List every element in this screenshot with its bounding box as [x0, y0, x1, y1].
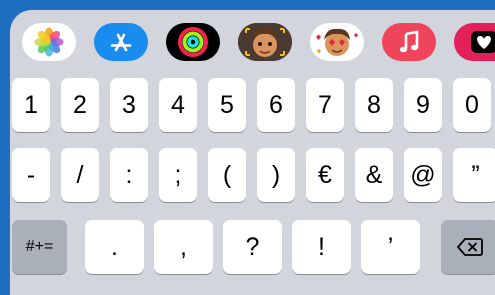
activity-rings-icon — [178, 27, 208, 57]
key-hyphen[interactable]: - — [12, 148, 50, 202]
key-ampersand[interactable]: & — [355, 148, 393, 202]
key-label: 1 — [24, 90, 38, 119]
key-label: ; — [174, 160, 182, 189]
key-label: ! — [318, 232, 325, 261]
delete-backspace-icon — [457, 238, 483, 256]
key-label: 8 — [367, 90, 381, 119]
key-slash[interactable]: / — [61, 148, 99, 202]
key-label: ( — [222, 160, 232, 189]
app-memoji-stickers[interactable] — [310, 23, 364, 61]
key-colon[interactable]: : — [110, 148, 148, 202]
key-label: ? — [245, 232, 260, 261]
key-label: € — [318, 160, 332, 189]
more-symbols-toggle-key[interactable]: #+= — [12, 220, 67, 274]
key-label: 6 — [269, 90, 283, 119]
key-label: 2 — [73, 90, 87, 119]
key-close-paren[interactable]: ) — [257, 148, 295, 202]
key-label: 3 — [122, 90, 136, 119]
key-at[interactable]: @ — [404, 148, 442, 202]
key-label: #+= — [25, 238, 54, 255]
key-label: 0 — [465, 90, 479, 119]
key-6[interactable]: 6 — [257, 78, 295, 132]
app-digital-touch[interactable] — [454, 23, 495, 61]
app-store-icon — [110, 33, 132, 52]
key-semicolon[interactable]: ; — [159, 148, 197, 202]
memoji-icon — [238, 23, 292, 61]
key-label: / — [76, 160, 84, 189]
key-label: ’ — [387, 232, 394, 261]
key-label: . — [111, 232, 118, 261]
key-label: 4 — [171, 90, 185, 119]
key-8[interactable]: 8 — [355, 78, 393, 132]
key-1[interactable]: 1 — [12, 78, 50, 132]
key-open-paren[interactable]: ( — [208, 148, 246, 202]
key-label: ) — [271, 160, 281, 189]
digital-touch-icon — [471, 31, 495, 53]
music-icon — [399, 30, 419, 53]
key-label: @ — [410, 160, 436, 189]
key-label: 5 — [220, 90, 234, 119]
key-comma[interactable]: , — [154, 220, 213, 274]
key-label: : — [125, 160, 133, 189]
key-label: 7 — [318, 90, 332, 119]
memoji-stickers-icon — [316, 28, 358, 56]
photos-icon — [34, 27, 64, 57]
app-photos[interactable] — [22, 23, 76, 61]
app-memoji[interactable] — [238, 23, 292, 61]
key-0[interactable]: 0 — [453, 78, 491, 132]
app-app-store[interactable] — [94, 23, 148, 61]
key-label: , — [180, 232, 187, 261]
key-exclamation[interactable]: ! — [292, 220, 351, 274]
key-label: 9 — [416, 90, 430, 119]
key-label: & — [365, 160, 383, 189]
key-3[interactable]: 3 — [110, 78, 148, 132]
app-activity[interactable] — [166, 23, 220, 61]
key-period[interactable]: . — [85, 220, 144, 274]
key-apostrophe[interactable]: ’ — [361, 220, 420, 274]
key-9[interactable]: 9 — [404, 78, 442, 132]
key-label: - — [26, 160, 36, 189]
delete-key[interactable] — [441, 220, 495, 274]
key-5[interactable]: 5 — [208, 78, 246, 132]
key-euro[interactable]: € — [306, 148, 344, 202]
key-2[interactable]: 2 — [61, 78, 99, 132]
app-music[interactable] — [382, 23, 436, 61]
key-7[interactable]: 7 — [306, 78, 344, 132]
imessage-app-bar — [10, 10, 495, 72]
key-question[interactable]: ? — [223, 220, 282, 274]
keyboard: 1 2 3 4 5 6 7 8 9 0 - / : ; ( ) € & @ ” … — [10, 10, 495, 295]
key-quote[interactable]: ” — [453, 148, 495, 202]
key-4[interactable]: 4 — [159, 78, 197, 132]
key-label: ” — [471, 160, 480, 189]
